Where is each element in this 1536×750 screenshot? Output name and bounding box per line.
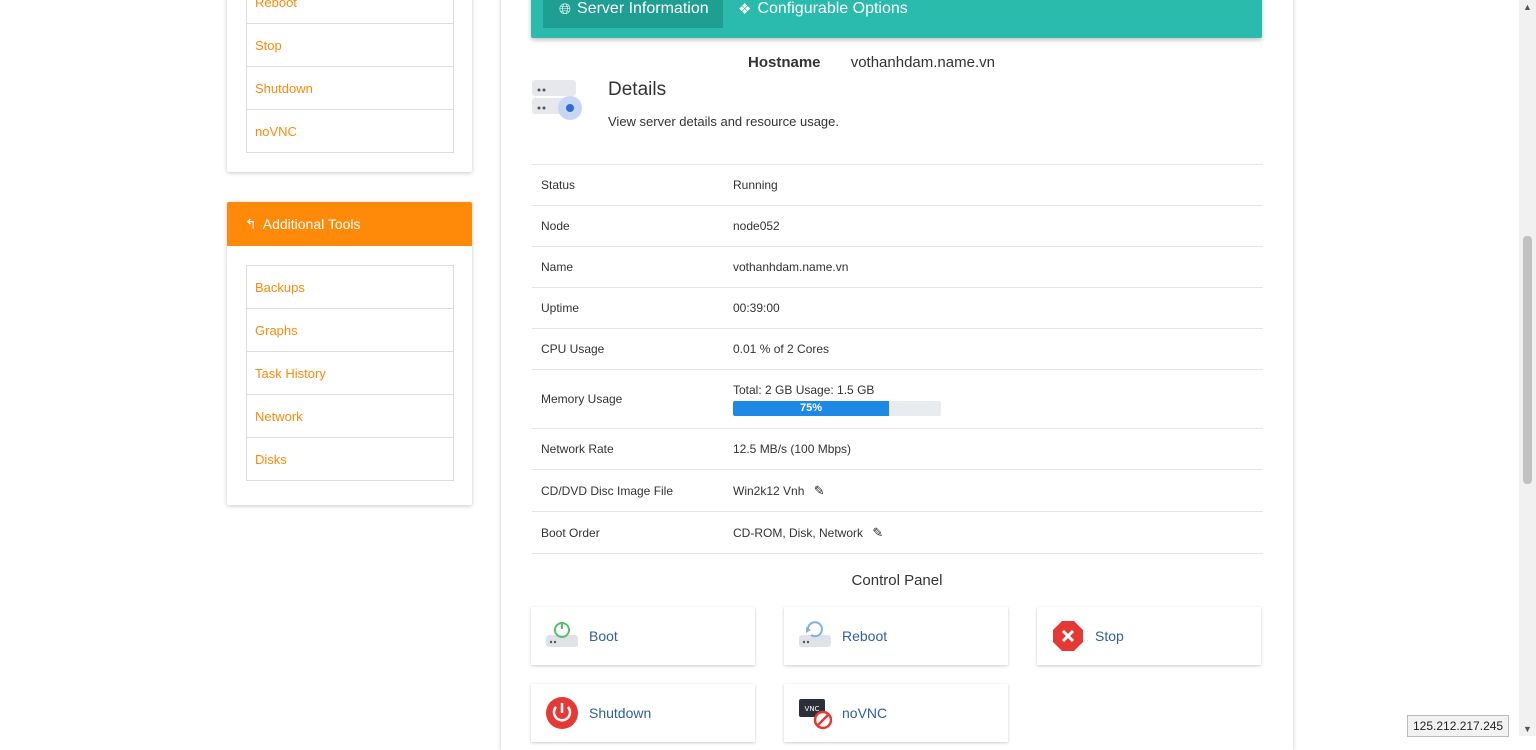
additional-tools-menu: Backups Graphs Task History Network Disk… <box>246 265 454 481</box>
tab-configurable-options[interactable]: ❖ Configurable Options <box>738 0 908 28</box>
vnc-disabled-icon: VNC <box>799 699 832 730</box>
scroll-down-arrow-icon[interactable]: ▼ <box>1523 724 1532 734</box>
table-row: Boot Order CD-ROM, Disk, Network ✎ <box>532 511 1263 554</box>
cpu-usage-value: 0.01 % of 2 Cores <box>724 328 1263 370</box>
sidebar-item-novnc[interactable]: noVNC <box>247 110 453 153</box>
boot-order-key: Boot Order <box>532 511 724 554</box>
disc-image-cell: Win2k12 Vnh ✎ <box>724 469 1263 512</box>
memory-usage-cell: Total: 2 GB Usage: 1.5 GB 75% <box>724 369 1263 429</box>
edit-boot-order-icon[interactable]: ✎ <box>872 525 883 541</box>
reboot-label: Reboot <box>842 628 888 644</box>
additional-tools-panel: ↰ Additional Tools Backups Graphs Task H… <box>227 202 472 505</box>
memory-progress-fill: 75% <box>733 400 889 416</box>
boot-label: Boot <box>589 628 618 644</box>
cubes-icon: ❖ <box>738 1 752 18</box>
uptime-value: 00:39:00 <box>724 287 1263 329</box>
sidebar-item-stop[interactable]: Stop <box>247 24 453 67</box>
stop-icon <box>1053 621 1083 651</box>
ip-address-badge: 125.212.217.245 <box>1407 715 1510 737</box>
server-details-card: 🌐︎ Server Information ❖ Configurable Opt… <box>501 0 1293 750</box>
sidebar-item-disks[interactable]: Disks <box>247 438 453 481</box>
memory-usage-value: Total: 2 GB Usage: 1.5 GB <box>733 382 875 397</box>
table-row: CD/DVD Disc Image File Win2k12 Vnh ✎ <box>532 469 1263 512</box>
hostname-label: Hostname <box>748 54 821 71</box>
name-key: Name <box>532 246 724 288</box>
additional-tools-title: Additional Tools <box>262 216 361 232</box>
novnc-label: noVNC <box>842 705 888 721</box>
reply-arrow-icon: ↰ <box>245 215 257 232</box>
tab-server-information[interactable]: 🌐︎ Server Information <box>543 0 723 28</box>
sidebar-item-backups[interactable]: Backups <box>247 266 453 309</box>
table-row: Memory Usage Total: 2 GB Usage: 1.5 GB 7… <box>532 369 1263 429</box>
node-value: node052 <box>724 205 1263 247</box>
table-row: Node node052 <box>532 205 1263 247</box>
server-icon <box>532 80 582 120</box>
cpu-usage-key: CPU Usage <box>532 328 724 370</box>
tab-bar: 🌐︎ Server Information ❖ Configurable Opt… <box>531 0 1262 38</box>
stop-button[interactable]: Stop <box>1037 607 1261 665</box>
table-row: CPU Usage 0.01 % of 2 Cores <box>532 328 1263 370</box>
sidebar-item-network[interactable]: Network <box>247 395 453 438</box>
hostname-row: Hostname vothanhdam.name.vn <box>748 54 995 71</box>
table-row: Status Running <box>532 164 1263 206</box>
stop-label: Stop <box>1095 628 1124 644</box>
disc-image-key: CD/DVD Disc Image File <box>532 469 724 512</box>
power-actions-menu: Reboot Stop Shutdown noVNC <box>246 0 454 153</box>
status-value: Running <box>724 164 1263 206</box>
svg-text:VNC: VNC <box>805 705 820 713</box>
boot-button[interactable]: Boot <box>531 607 755 665</box>
power-off-icon <box>546 697 578 729</box>
status-key: Status <box>532 164 724 206</box>
reboot-button[interactable]: Reboot <box>784 607 1008 665</box>
boot-order-cell: CD-ROM, Disk, Network ✎ <box>724 511 1263 554</box>
memory-usage-key: Memory Usage <box>532 369 724 429</box>
hostname-value: vothanhdam.name.vn <box>850 54 995 71</box>
table-row: Network Rate 12.5 MB/s (100 Mbps) <box>532 428 1263 470</box>
table-row: Uptime 00:39:00 <box>532 287 1263 329</box>
power-actions-panel: Reboot Stop Shutdown noVNC <box>227 0 472 172</box>
name-value: vothanhdam.name.vn <box>724 246 1263 288</box>
memory-progress-bar: 75% <box>733 400 941 416</box>
server-info-table: Status Running Node node052 Name vothanh… <box>532 164 1263 554</box>
network-rate-value: 12.5 MB/s (100 Mbps) <box>724 428 1263 470</box>
tab-configurable-options-label: Configurable Options <box>757 0 908 17</box>
boot-order-value: CD-ROM, Disk, Network <box>733 525 864 540</box>
network-rate-key: Network Rate <box>532 428 724 470</box>
details-subtitle: View server details and resource usage. <box>608 114 839 129</box>
table-row: Name vothanhdam.name.vn <box>532 246 1263 288</box>
shutdown-button[interactable]: Shutdown <box>531 684 755 742</box>
control-panel-title: Control Panel <box>851 572 943 589</box>
reboot-drive-icon <box>799 621 831 647</box>
globe-icon: 🌐︎ <box>559 0 572 18</box>
shutdown-label: Shutdown <box>589 705 652 721</box>
tab-server-information-label: Server Information <box>577 0 709 17</box>
power-on-drive-icon <box>546 622 578 647</box>
edit-disc-image-icon[interactable]: ✎ <box>814 483 825 499</box>
scroll-up-arrow-icon[interactable]: ▲ <box>1523 2 1532 12</box>
sidebar-item-graphs[interactable]: Graphs <box>247 309 453 352</box>
scrollbar-thumb[interactable] <box>1523 236 1532 484</box>
sidebar-item-reboot[interactable]: Reboot <box>247 0 453 24</box>
additional-tools-header: ↰ Additional Tools <box>227 202 472 246</box>
sidebar-item-task-history[interactable]: Task History <box>247 352 453 395</box>
uptime-key: Uptime <box>532 287 724 329</box>
novnc-button[interactable]: VNC noVNC <box>784 684 1008 742</box>
disc-image-value: Win2k12 Vnh <box>733 483 805 498</box>
page-scrollbar[interactable]: ▲ ▼ <box>1519 0 1536 736</box>
node-key: Node <box>532 205 724 247</box>
sidebar-item-shutdown[interactable]: Shutdown <box>247 67 453 110</box>
details-title: Details <box>608 79 667 100</box>
